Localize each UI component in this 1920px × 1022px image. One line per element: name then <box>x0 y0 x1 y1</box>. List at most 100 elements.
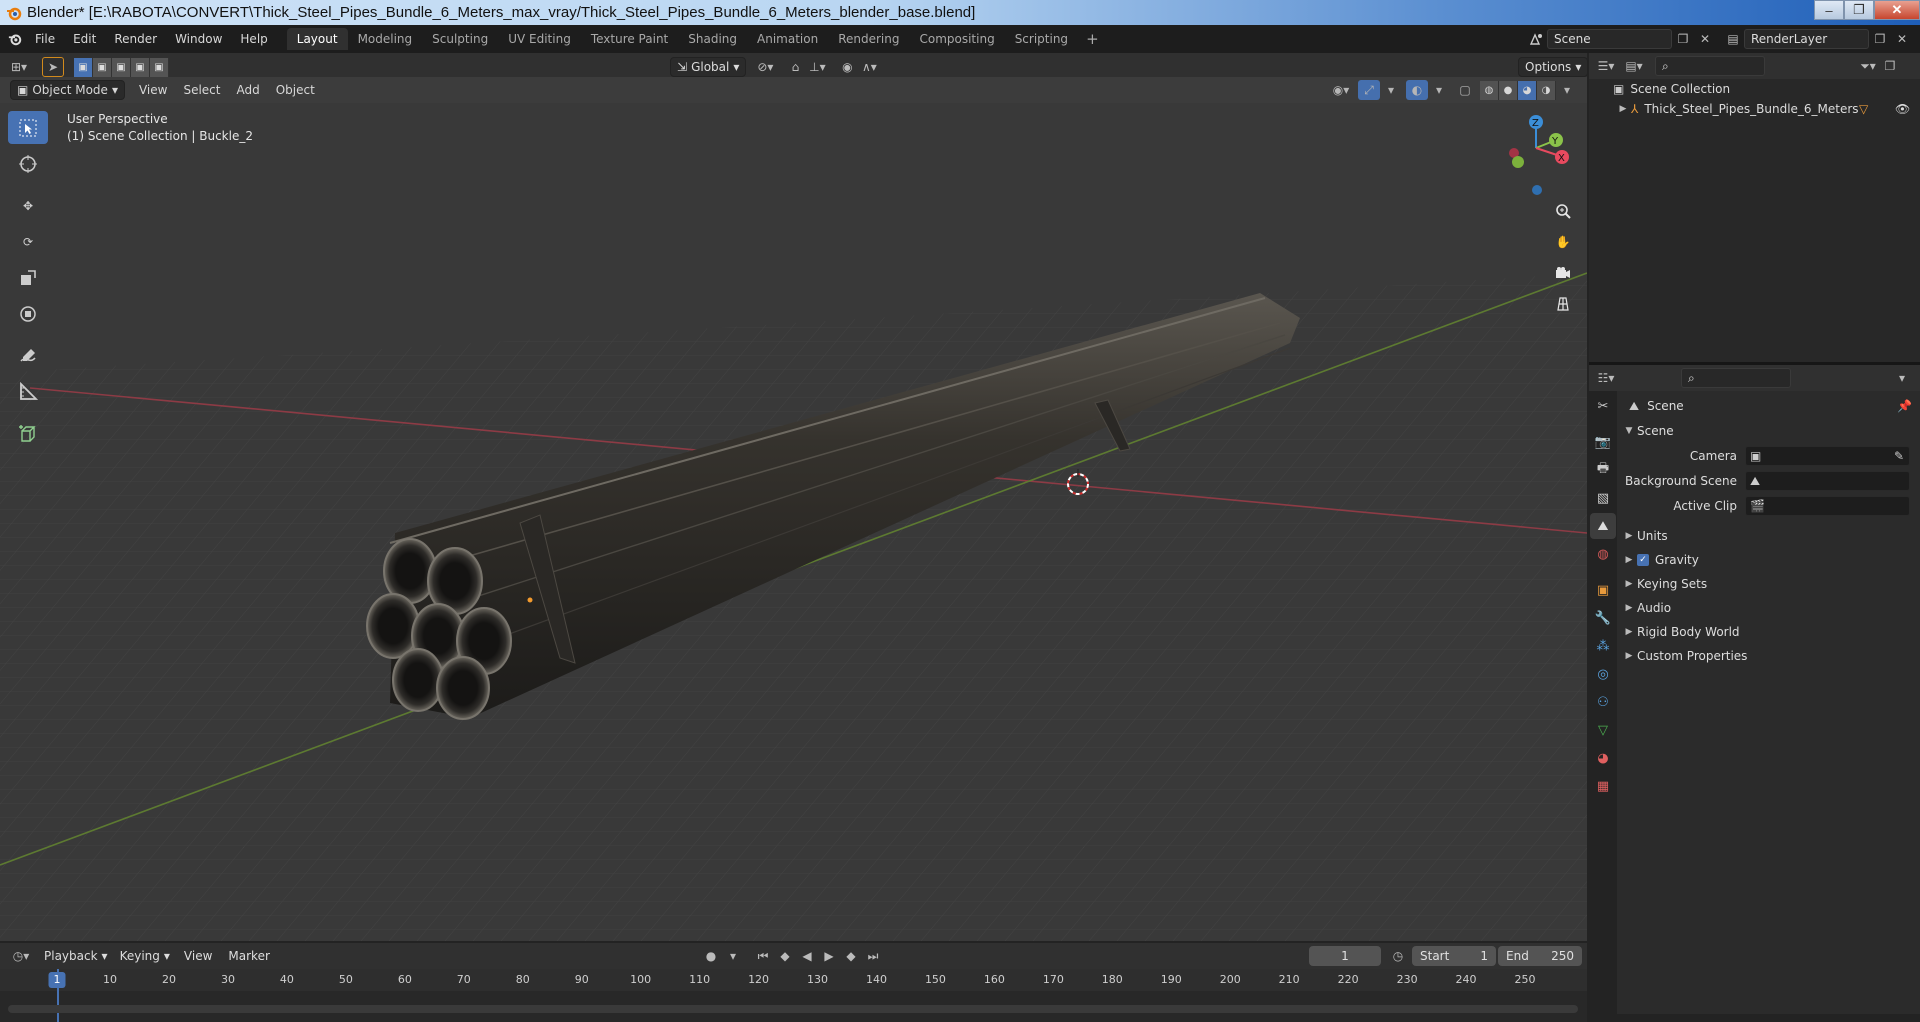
rotate-tool-icon[interactable]: ⟳ <box>8 225 48 258</box>
panel-collapsed-arrow-icon[interactable]: ▶ <box>1621 627 1637 637</box>
zoom-icon[interactable] <box>1549 197 1577 225</box>
output-tab-icon[interactable]: 🖶 <box>1590 457 1616 483</box>
overlays-toggle-icon[interactable]: ◐ <box>1406 80 1428 100</box>
modifier-tab-icon[interactable]: 🔧 <box>1590 605 1616 631</box>
select-intersect-icon[interactable]: ▣ <box>150 57 169 77</box>
background-scene-field[interactable]: ⛰ <box>1745 471 1910 491</box>
snap-icon[interactable]: ⌂ <box>784 57 806 77</box>
rendered-shading-icon[interactable]: ◑ <box>1537 80 1556 100</box>
particles-tab-icon[interactable]: ⁂ <box>1590 633 1616 659</box>
keying-menu[interactable]: Keying ▾ <box>114 946 176 966</box>
solid-shading-icon[interactable]: ● <box>1499 80 1518 100</box>
tab-shading[interactable]: Shading <box>678 28 747 50</box>
constraints-tab-icon[interactable]: ⚇ <box>1590 689 1616 715</box>
viewport-menu-view[interactable]: View <box>131 83 175 97</box>
material-preview-shading-icon[interactable]: ◕ <box>1518 80 1537 100</box>
display-mode-icon[interactable]: ▤▾ <box>1623 56 1645 76</box>
close-button[interactable]: ✕ <box>1874 0 1920 20</box>
timeline-ruler[interactable]: 1 10 20 30 40 50 60 70 80 90 100 110 120 130 140 150 160… <box>0 969 1587 1022</box>
object-mode-dropdown[interactable]: ▣ Object Mode ▾ <box>10 80 125 100</box>
next-keyframe-icon[interactable]: ◆ <box>840 946 862 966</box>
viewport-menu-object[interactable]: Object <box>268 83 323 97</box>
measure-tool-icon[interactable] <box>8 375 48 408</box>
view-layer-icon[interactable]: ▤ <box>1722 29 1744 49</box>
data-tab-icon[interactable]: ▽ <box>1590 717 1616 743</box>
move-tool-icon[interactable]: ✥ <box>8 189 48 222</box>
viewport-menu-add[interactable]: Add <box>228 83 267 97</box>
panel-expanded-arrow-icon[interactable]: ▼ <box>1621 426 1637 436</box>
tab-uv-editing[interactable]: UV Editing <box>498 28 581 50</box>
pin-icon[interactable]: 📌 <box>1897 399 1912 413</box>
panel-collapsed-arrow-icon[interactable]: ▶ <box>1621 531 1637 541</box>
gizmo-dropdown-icon[interactable]: ▾ <box>1380 80 1402 100</box>
auto-keying-dropdown-icon[interactable]: ▾ <box>722 946 744 966</box>
minimize-button[interactable]: – <box>1814 0 1844 20</box>
annotate-tool-icon[interactable] <box>8 339 48 372</box>
tab-sculpting[interactable]: Sculpting <box>422 28 498 50</box>
active-clip-field[interactable]: 🎬 <box>1745 496 1910 516</box>
camera-field[interactable]: ▣ ✎ <box>1745 446 1910 466</box>
expand-arrow-icon[interactable]: ▶ <box>1615 104 1631 114</box>
view-layer-field[interactable]: RenderLayer <box>1744 29 1869 49</box>
select-new-icon[interactable]: ▣ <box>74 57 93 77</box>
menu-window[interactable]: Window <box>166 32 231 46</box>
panel-collapsed-arrow-icon[interactable]: ▶ <box>1621 651 1637 661</box>
new-collection-icon[interactable]: ❐ <box>1879 56 1901 76</box>
select-invert-icon[interactable]: ▣ <box>131 57 150 77</box>
properties-options-icon[interactable]: ▾ <box>1891 368 1913 388</box>
proportional-edit-icon[interactable]: ◉ <box>836 57 858 77</box>
select-subtract-icon[interactable]: ▣ <box>112 57 131 77</box>
3d-viewport[interactable]: User Perspective (1) Scene Collection | … <box>0 103 1587 941</box>
tab-scripting[interactable]: Scripting <box>1005 28 1078 50</box>
falloff-icon[interactable]: ∧▾ <box>858 57 880 77</box>
tab-modeling[interactable]: Modeling <box>348 28 423 50</box>
scene-icon[interactable] <box>1525 29 1547 49</box>
timeline-menu-view[interactable]: View <box>176 949 220 963</box>
camera-view-icon[interactable] <box>1549 259 1577 287</box>
view-layer-tab-icon[interactable]: ▧ <box>1590 485 1616 511</box>
editor-type-icon[interactable]: ⊞▾ <box>8 57 30 77</box>
menu-render[interactable]: Render <box>105 32 166 46</box>
perspective-toggle-icon[interactable] <box>1549 290 1577 318</box>
menu-edit[interactable]: Edit <box>64 32 105 46</box>
options-dropdown[interactable]: Options ▾ <box>1518 57 1589 77</box>
tab-compositing[interactable]: Compositing <box>909 28 1004 50</box>
preview-range-icon[interactable]: ◷ <box>1387 946 1409 966</box>
outliner-editor-type-icon[interactable]: ☰▾ <box>1595 56 1617 76</box>
viewport-menu-select[interactable]: Select <box>175 83 228 97</box>
physics-tab-icon[interactable]: ◎ <box>1590 661 1616 687</box>
new-view-layer-icon[interactable]: ❐ <box>1869 29 1891 49</box>
timeline-editor-type-icon[interactable]: ◷▾ <box>10 946 32 966</box>
tool-tab-icon[interactable]: ✂ <box>1590 393 1616 419</box>
world-tab-icon[interactable]: ◍ <box>1590 541 1616 567</box>
record-icon[interactable]: ● <box>700 946 722 966</box>
render-tab-icon[interactable]: 📷 <box>1590 429 1616 455</box>
outliner-row-object[interactable]: ▶ ⅄ Thick_Steel_Pipes_Bundle_6_Meters ▽ … <box>1589 99 1920 119</box>
jump-end-icon[interactable]: ⏭ <box>862 946 884 966</box>
transform-tool-icon[interactable] <box>8 297 48 330</box>
start-frame-field[interactable]: Start 1 <box>1412 946 1496 966</box>
material-tab-icon[interactable]: ◕ <box>1590 745 1616 771</box>
select-extend-icon[interactable]: ▣ <box>93 57 112 77</box>
playback-menu[interactable]: Playback ▾ <box>38 946 114 966</box>
visibility-icon[interactable]: ◉▾ <box>1330 80 1352 100</box>
menu-file[interactable]: File <box>26 32 64 46</box>
pivot-point-icon[interactable]: ⊘▾ <box>754 57 776 77</box>
pan-hand-icon[interactable]: ✋ <box>1549 228 1577 256</box>
properties-editor-type-icon[interactable]: ☷▾ <box>1595 368 1617 388</box>
scene-tab-icon[interactable]: ⛰ <box>1590 513 1616 539</box>
tab-animation[interactable]: Animation <box>747 28 828 50</box>
play-reverse-icon[interactable]: ◀ <box>796 946 818 966</box>
end-frame-field[interactable]: End 250 <box>1498 946 1582 966</box>
overlays-dropdown-icon[interactable]: ▾ <box>1428 80 1450 100</box>
jump-start-icon[interactable]: ⏮ <box>752 946 774 966</box>
rigid-body-world-panel-header[interactable]: ▶ Rigid Body World <box>1617 621 1920 643</box>
shading-dropdown-icon[interactable]: ▾ <box>1556 80 1578 100</box>
filter-icon[interactable]: ⏷▾ <box>1857 56 1879 76</box>
gravity-checkbox[interactable]: ✓ <box>1637 554 1649 566</box>
timeline-menu-marker[interactable]: Marker <box>220 949 277 963</box>
eyedropper-icon[interactable]: ✎ <box>1894 449 1904 463</box>
wireframe-shading-icon[interactable]: ◍ <box>1480 80 1499 100</box>
select-tool-icon[interactable]: ➤ <box>42 57 64 77</box>
scene-name-field[interactable]: Scene <box>1547 29 1672 49</box>
